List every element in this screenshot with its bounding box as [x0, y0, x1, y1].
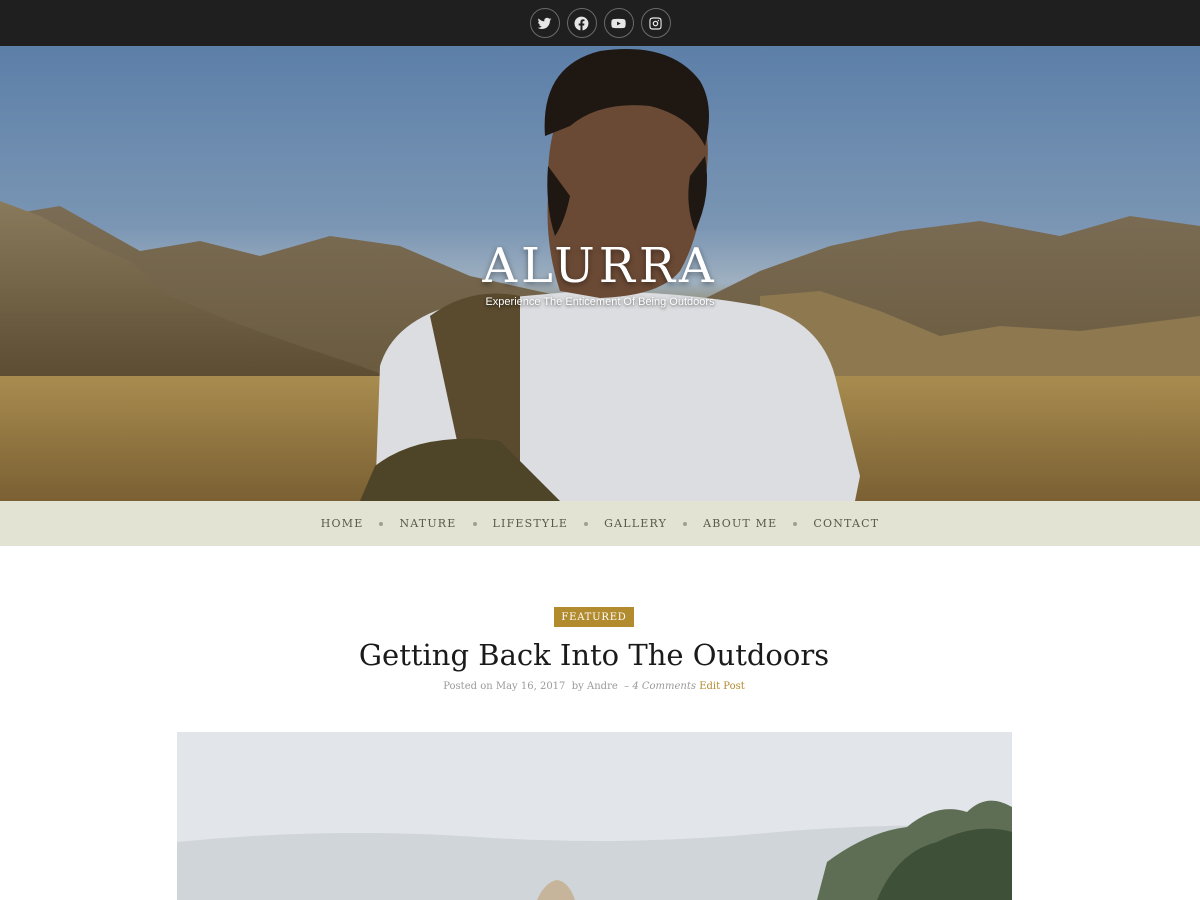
edit-post-link[interactable]: Edit Post: [699, 681, 745, 692]
nav-separator: [584, 521, 589, 526]
hero-banner: ALURRA Experience The Enticement Of Bein…: [0, 46, 1200, 501]
social-bar: [0, 0, 1200, 46]
featured-post: FEATURED Getting Back Into The Outdoors …: [0, 546, 1200, 900]
nav-item-home[interactable]: HOME: [319, 517, 366, 530]
site-branding: ALURRA Experience The Enticement Of Bein…: [0, 238, 1200, 308]
nav-item-gallery[interactable]: GALLERY: [602, 517, 669, 530]
youtube-icon: [611, 18, 626, 28]
posted-on-label: Posted on: [443, 681, 493, 692]
facebook-link[interactable]: [566, 8, 597, 38]
post-date[interactable]: May 16, 2017: [496, 681, 566, 692]
main-navigation: HOME NATURE LIFESTYLE GALLERY ABOUT ME C…: [0, 501, 1200, 546]
featured-image-scene: [177, 732, 1012, 900]
facebook-icon: [574, 16, 589, 30]
nav-separator: [793, 521, 798, 526]
nav-separator: [472, 521, 477, 526]
instagram-link[interactable]: [640, 8, 671, 38]
post-title[interactable]: Getting Back Into The Outdoors: [0, 638, 1188, 672]
youtube-link[interactable]: [603, 8, 634, 38]
instagram-icon: [649, 16, 662, 30]
by-label: by: [571, 681, 584, 692]
site-title[interactable]: ALURRA: [0, 238, 1200, 294]
nav-item-lifestyle[interactable]: LIFESTYLE: [491, 517, 571, 530]
post-author[interactable]: Andre: [587, 681, 618, 692]
nav-separator: [683, 521, 688, 526]
nav-separator: [379, 521, 384, 526]
post-meta: Posted on May 16, 2017 by Andre – 4 Comm…: [0, 681, 1188, 692]
nav-item-contact[interactable]: CONTACT: [811, 517, 881, 530]
comments-link[interactable]: 4 Comments: [632, 681, 696, 692]
category-badge[interactable]: FEATURED: [554, 607, 634, 627]
twitter-icon: [537, 17, 552, 29]
nav-item-about-me[interactable]: ABOUT ME: [701, 517, 779, 530]
post-featured-image[interactable]: [177, 732, 1012, 900]
twitter-link[interactable]: [529, 8, 560, 38]
nav-item-nature[interactable]: NATURE: [397, 517, 458, 530]
site-tagline: Experience The Enticement Of Being Outdo…: [485, 296, 715, 308]
meta-dash: –: [624, 681, 630, 692]
